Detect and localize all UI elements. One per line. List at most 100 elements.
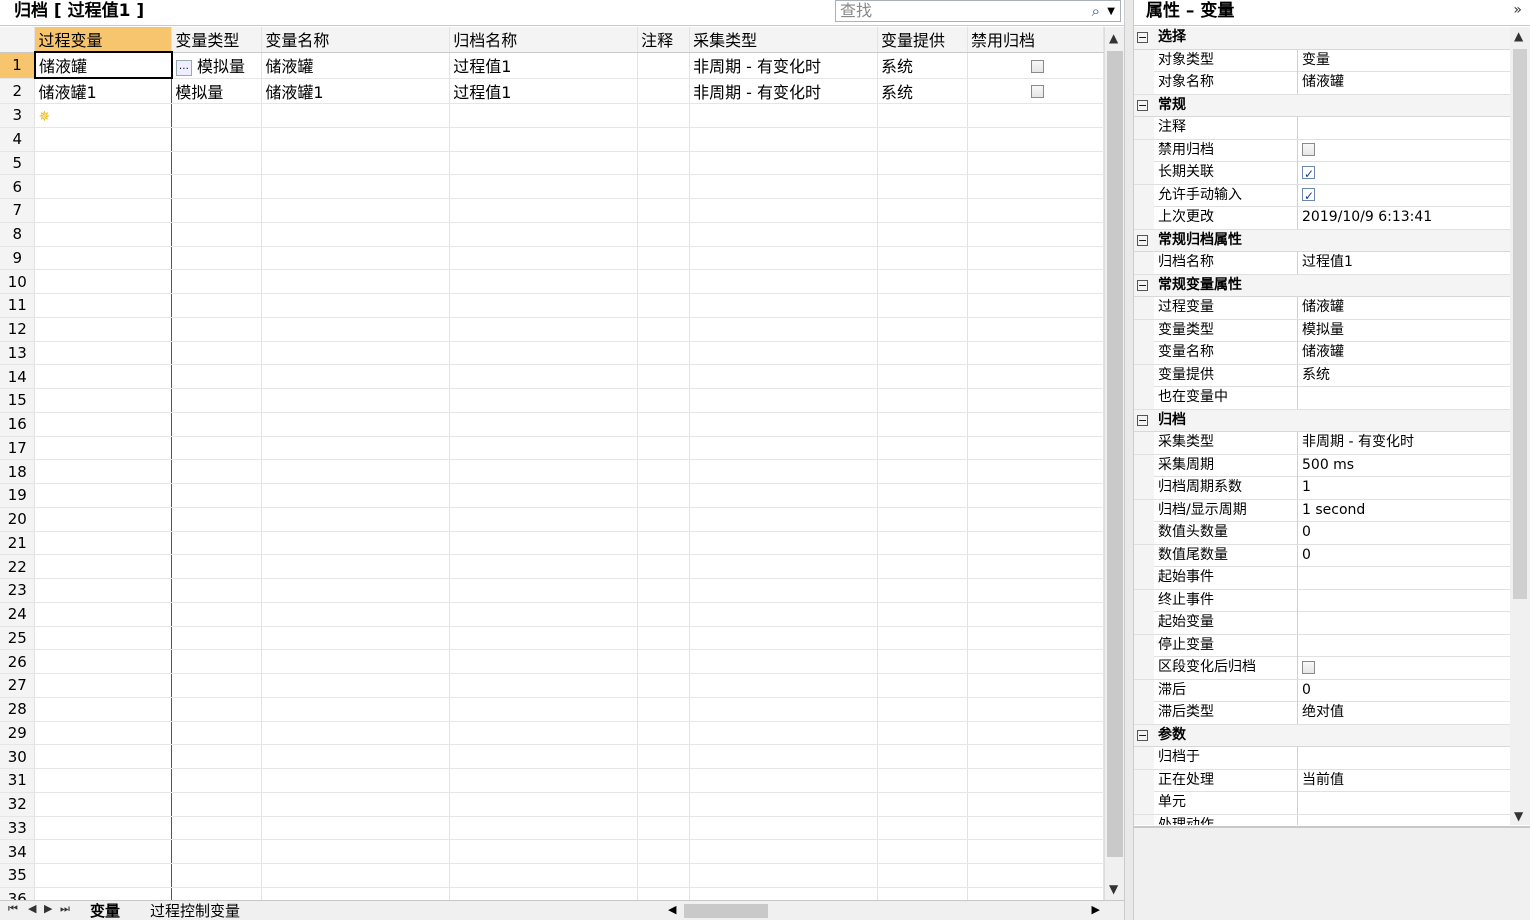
table-cell[interactable] [449, 246, 639, 271]
row-number[interactable]: 17 [0, 436, 36, 461]
table-cell[interactable] [637, 127, 691, 152]
property-value[interactable]: 系统 [1298, 365, 1510, 387]
table-cell[interactable] [449, 768, 639, 793]
property-value[interactable] [1298, 387, 1510, 409]
table-cell[interactable] [34, 246, 173, 271]
table-cell[interactable] [34, 293, 173, 318]
property-row[interactable]: 采集类型 非周期 - 有变化时 [1134, 432, 1510, 455]
table-cell[interactable] [877, 459, 968, 484]
property-row[interactable]: 对象名称 储液罐 [1134, 72, 1510, 95]
table-row[interactable]: 18 [0, 459, 1104, 484]
table-cell[interactable] [261, 127, 451, 152]
table-cell[interactable] [34, 531, 173, 556]
table-cell[interactable] [877, 198, 968, 223]
table-cell[interactable] [34, 269, 173, 294]
table-cell[interactable] [689, 816, 879, 841]
table-cell[interactable] [34, 602, 173, 627]
scroll-left-icon[interactable]: ◀ [668, 903, 676, 916]
table-cell[interactable] [637, 293, 691, 318]
table-row[interactable]: 22 [0, 554, 1104, 579]
table-cell[interactable] [34, 816, 173, 841]
table-cell[interactable] [171, 792, 263, 817]
table-cell[interactable] [449, 673, 639, 698]
row-number[interactable]: 21 [0, 531, 36, 556]
property-category[interactable]: − 归档 [1134, 409, 1510, 432]
table-cell[interactable] [877, 222, 968, 247]
table-cell[interactable] [877, 744, 968, 769]
table-cell[interactable] [967, 887, 1104, 900]
table-cell[interactable] [34, 697, 173, 722]
table-cell[interactable] [261, 554, 451, 579]
table-row[interactable]: 27 [0, 673, 1104, 698]
table-cell[interactable] [34, 459, 173, 484]
row-number[interactable]: 22 [0, 554, 36, 579]
table-cell[interactable] [877, 412, 968, 437]
table-cell[interactable] [171, 531, 263, 556]
scroll-thumb[interactable] [1513, 49, 1527, 599]
chevron-down-icon[interactable]: ▼ [1107, 2, 1115, 22]
table-cell[interactable] [637, 626, 691, 651]
table-cell[interactable] [171, 412, 263, 437]
table-cell[interactable]: ✵ [34, 103, 173, 128]
table-row[interactable]: 24 [0, 602, 1104, 627]
table-cell[interactable] [171, 103, 263, 128]
table-cell[interactable] [637, 649, 691, 674]
table-cell[interactable] [449, 721, 639, 746]
table-cell[interactable] [171, 507, 263, 532]
table-cell[interactable] [171, 887, 263, 900]
property-row[interactable]: 允许手动输入 [1134, 184, 1510, 207]
table-cell[interactable] [34, 198, 173, 223]
table-cell[interactable] [449, 744, 639, 769]
table-cell[interactable] [877, 578, 968, 603]
table-cell[interactable] [34, 127, 173, 152]
row-number[interactable]: 33 [0, 816, 36, 841]
table-cell[interactable] [34, 317, 173, 342]
property-checkbox[interactable] [1302, 143, 1315, 156]
row-number[interactable]: 31 [0, 768, 36, 793]
table-cell[interactable] [877, 673, 968, 698]
table-cell[interactable] [449, 222, 639, 247]
table-cell[interactable] [877, 388, 968, 413]
property-row[interactable]: 过程变量 储液罐 [1134, 297, 1510, 320]
prev-sheet-icon[interactable]: ◀ [28, 902, 36, 915]
table-cell[interactable] [34, 364, 173, 389]
table-cell[interactable] [449, 863, 639, 888]
table-cell[interactable] [689, 721, 879, 746]
table-cell[interactable] [171, 721, 263, 746]
table-cell[interactable] [449, 578, 639, 603]
row-number[interactable]: 25 [0, 626, 36, 651]
table-cell[interactable] [689, 174, 879, 199]
table-cell[interactable] [689, 887, 879, 900]
table-row[interactable]: 9 [0, 246, 1104, 271]
table-cell[interactable] [171, 341, 263, 366]
table-row[interactable]: 12 [0, 317, 1104, 342]
property-value[interactable] [1298, 635, 1510, 657]
table-cell[interactable] [449, 151, 639, 176]
property-value[interactable] [1298, 657, 1510, 679]
property-value[interactable] [1298, 162, 1510, 184]
table-cell[interactable] [637, 198, 691, 223]
property-value[interactable]: 500 ms [1298, 455, 1510, 477]
table-cell[interactable] [637, 744, 691, 769]
table-cell[interactable] [34, 578, 173, 603]
table-cell[interactable] [689, 364, 879, 389]
property-value[interactable]: 绝对值 [1298, 702, 1510, 724]
row-number[interactable]: 32 [0, 792, 36, 817]
table-cell[interactable] [637, 721, 691, 746]
table-cell[interactable] [877, 768, 968, 793]
table-cell[interactable] [261, 626, 451, 651]
property-row[interactable]: 上次更改 2019/10/9 6:13:41 [1134, 207, 1510, 230]
table-cell[interactable] [637, 436, 691, 461]
row-number[interactable]: 36 [0, 887, 36, 900]
table-cell[interactable] [689, 839, 879, 864]
scroll-up-icon[interactable]: ▲ [1514, 29, 1523, 43]
column-header[interactable]: 过程变量 [34, 27, 173, 53]
property-value[interactable]: 变量 [1298, 50, 1510, 72]
row-number[interactable]: 28 [0, 697, 36, 722]
table-cell[interactable] [449, 483, 639, 508]
browse-button[interactable]: … [175, 59, 192, 76]
table-cell[interactable] [171, 293, 263, 318]
property-value[interactable]: 1 second [1298, 500, 1510, 522]
property-row[interactable]: 对象类型 变量 [1134, 49, 1510, 72]
table-cell[interactable] [967, 792, 1104, 817]
